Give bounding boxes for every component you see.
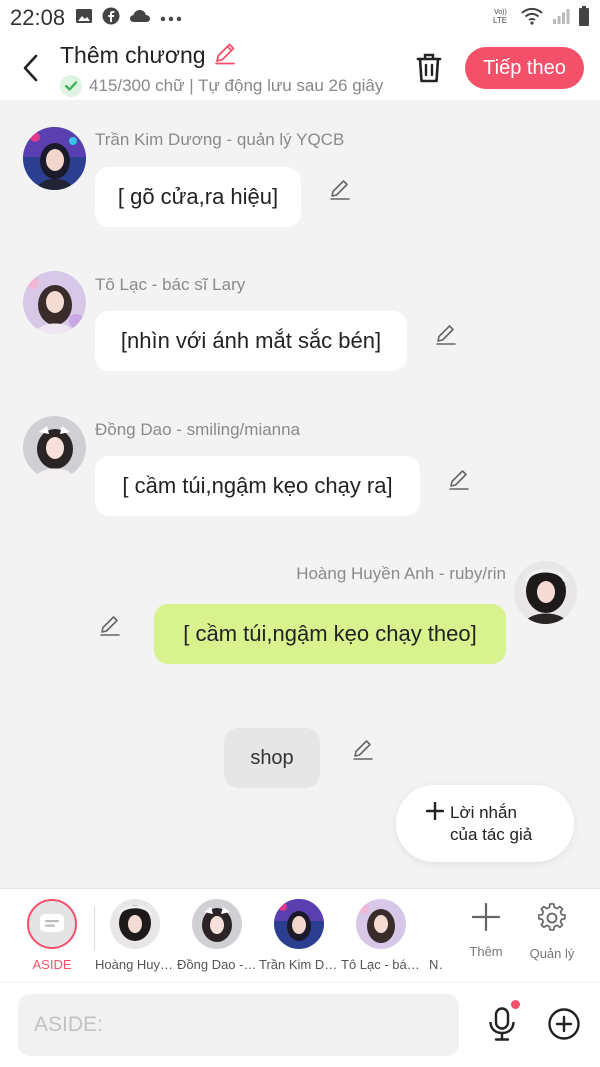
author-note-line2: của tác giả (450, 824, 533, 844)
signal-icon (552, 8, 570, 29)
character-label: Hoàng Huyền Anh (95, 957, 175, 972)
author-note-label: Lời nhắn của tác giả (450, 802, 532, 846)
next-button[interactable]: Tiếp theo (465, 47, 584, 89)
edit-message-icon[interactable] (327, 176, 353, 202)
svg-text:Vo)): Vo)) (494, 9, 507, 16)
character-tran-kim-duong[interactable]: Trần Kim Dương (259, 899, 339, 972)
character-label: Trần Kim Dương (259, 957, 339, 972)
plus-icon (471, 902, 501, 932)
volte-icon: Vo)) LTE (492, 6, 512, 31)
character-avatar (192, 899, 242, 949)
svg-text:LTE: LTE (493, 16, 507, 25)
character-label: Đồng Dao - smiling (177, 957, 257, 972)
character-bar: ASIDE Hoàng Huyền Anh Đồng Dao - smiling… (0, 888, 600, 982)
character-avatar (356, 899, 406, 949)
character-hoang-huyen-anh[interactable]: Hoàng Huyền Anh (95, 899, 175, 972)
aside-button[interactable] (27, 899, 77, 949)
facebook-icon (102, 7, 120, 30)
aside-message-bubble[interactable]: shop (224, 728, 320, 788)
header: Thêm chương 415/300 chữ | Tự động lưu sa… (0, 36, 600, 100)
plus-circle-icon (548, 1008, 580, 1040)
avatar-to-lac[interactable] (23, 271, 86, 334)
add-character-button[interactable]: Thêm (456, 902, 516, 959)
wifi-icon (520, 7, 544, 30)
more-notifications-icon (160, 9, 182, 27)
avatar-tran-kim-duong[interactable] (23, 127, 86, 190)
message-bubble[interactable]: [ cầm túi,ngậm kẹo chạy ra] (95, 456, 420, 516)
chat-bubble-icon (40, 914, 64, 932)
gallery-icon (75, 8, 93, 29)
aside-label: ASIDE (32, 957, 72, 972)
character-to-lac[interactable]: Tô Lạc - bác sĩ (341, 899, 421, 972)
character-dong-dao[interactable]: Đồng Dao - smiling (177, 899, 257, 972)
battery-icon (578, 5, 590, 31)
manage-label: Quản lý (529, 946, 575, 961)
avatar-hoang-huyen-anh[interactable] (514, 561, 577, 624)
edit-title-icon[interactable] (212, 40, 238, 71)
cloud-icon (129, 9, 151, 28)
edit-message-icon[interactable] (446, 466, 472, 492)
word-count-autosave: 415/300 chữ | Tự động lưu sau 26 giây (89, 75, 384, 95)
message-bubble[interactable]: [ cầm túi,ngậm kẹo chạy theo] (154, 604, 506, 664)
edit-message-icon[interactable] (350, 736, 376, 762)
chevron-left-icon (23, 54, 38, 82)
back-button[interactable] (0, 36, 60, 100)
status-time: 22:08 (10, 5, 66, 30)
character-avatar (274, 899, 324, 949)
edit-message-icon[interactable] (433, 321, 459, 347)
sender-name: Hoàng Huyền Anh - ruby/rin (296, 564, 506, 583)
character-label: Tô Lạc - bác sĩ (341, 957, 421, 972)
delete-button[interactable] (412, 50, 446, 86)
author-note-line1: Lời nhắn (450, 802, 517, 822)
add-label: Thêm (469, 944, 503, 959)
gear-icon (538, 903, 566, 931)
message-bubble[interactable]: [nhìn với ánh mắt sắc bén] (95, 311, 407, 371)
sender-name: Đồng Dao - smiling/mianna (95, 420, 301, 439)
sender-name: Tô Lạc - bác sĩ Lary (95, 275, 246, 294)
trash-icon (416, 53, 442, 83)
character-label: Ng (429, 957, 443, 972)
notification-dot (511, 1000, 520, 1009)
chapter-title-area: Thêm chương 415/300 chữ | Tự động lưu sa… (60, 40, 390, 97)
message-input[interactable] (18, 994, 459, 1056)
manage-characters-button[interactable]: Quản lý (522, 903, 582, 961)
microphone-button[interactable] (487, 1007, 517, 1041)
avatar-dong-dao[interactable] (23, 416, 86, 479)
author-note-button[interactable]: Lời nhắn của tác giả (396, 785, 574, 862)
input-bar (0, 983, 600, 1067)
page-title: Thêm chương (60, 41, 206, 68)
plus-icon (425, 796, 445, 827)
status-bar: 22:08 Vo)) LTE (0, 0, 600, 36)
saved-check-icon (60, 74, 82, 97)
character-avatar (110, 899, 160, 949)
microphone-icon (489, 1007, 515, 1041)
character-avatar (423, 899, 443, 949)
sender-name: Trần Kim Dương - quản lý YQCB (95, 130, 345, 149)
character-partial[interactable]: Ng (423, 899, 443, 972)
message-bubble[interactable]: [ gõ cửa,ra hiệu] (95, 167, 301, 227)
edit-message-icon[interactable] (97, 612, 123, 638)
add-media-button[interactable] (547, 1007, 581, 1041)
